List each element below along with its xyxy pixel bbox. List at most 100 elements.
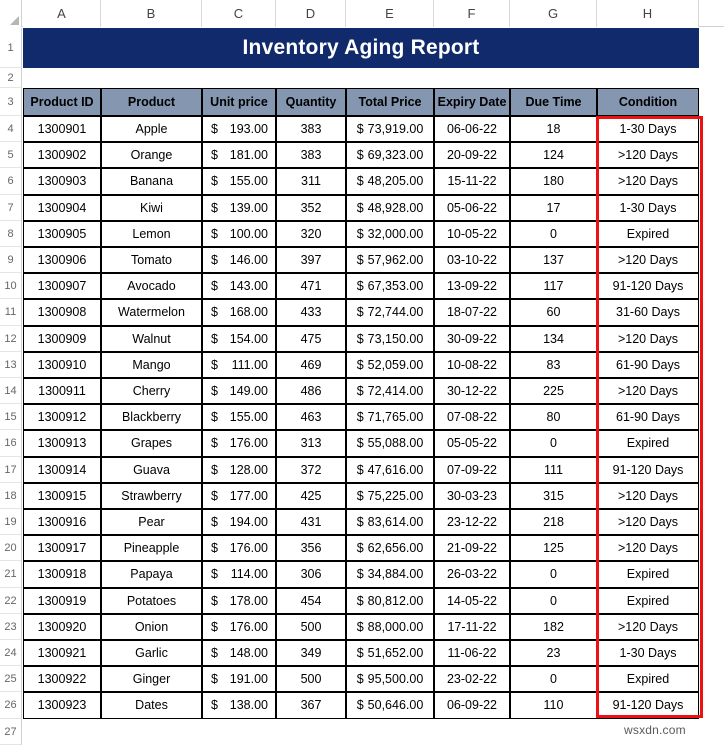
row-header-25[interactable]: 25: [0, 666, 22, 693]
cell-due-time[interactable]: 124: [510, 142, 597, 169]
cell-product[interactable]: Orange: [101, 142, 202, 169]
cell-total-price[interactable]: $50,646.00: [346, 692, 434, 719]
cell-total-price[interactable]: $47,616.00: [346, 456, 434, 483]
cell-product-id[interactable]: 1300908: [23, 299, 101, 326]
cell-total-price[interactable]: $32,000.00: [346, 220, 434, 247]
row-header-7[interactable]: 7: [0, 194, 22, 221]
cell-expiry-date[interactable]: 13-09-22: [434, 273, 510, 300]
cell-product[interactable]: Potatoes: [101, 587, 202, 614]
cell-unit-price[interactable]: $155.00: [202, 168, 276, 195]
cell-product-id[interactable]: 1300905: [23, 220, 101, 247]
cell-expiry-date[interactable]: 26-03-22: [434, 561, 510, 588]
cell-expiry-date[interactable]: 17-11-22: [434, 613, 510, 640]
cell-expiry-date[interactable]: 07-08-22: [434, 404, 510, 431]
cell-product-id[interactable]: 1300911: [23, 378, 101, 405]
cell-due-time[interactable]: 218: [510, 509, 597, 536]
cell-quantity[interactable]: 463: [276, 404, 346, 431]
cell-product-id[interactable]: 1300910: [23, 351, 101, 378]
cell-expiry-date[interactable]: 30-03-23: [434, 482, 510, 509]
cell-product[interactable]: Lemon: [101, 220, 202, 247]
cell-product-id[interactable]: 1300903: [23, 168, 101, 195]
cell-due-time[interactable]: 23: [510, 640, 597, 667]
cell-total-price[interactable]: $69,323.00: [346, 142, 434, 169]
cell-due-time[interactable]: 0: [510, 561, 597, 588]
cell-condition[interactable]: >120 Days: [597, 378, 699, 405]
cell-unit-price[interactable]: $149.00: [202, 378, 276, 405]
table-header-product-id[interactable]: Product ID: [23, 88, 101, 116]
cell-unit-price[interactable]: $143.00: [202, 273, 276, 300]
cell-total-price[interactable]: $73,919.00: [346, 116, 434, 143]
cell-unit-price[interactable]: $100.00: [202, 220, 276, 247]
cell-product[interactable]: Walnut: [101, 325, 202, 352]
row-header-22[interactable]: 22: [0, 587, 22, 614]
cell-expiry-date[interactable]: 10-08-22: [434, 351, 510, 378]
cell-total-price[interactable]: $57,962.00: [346, 247, 434, 274]
row-header-10[interactable]: 10: [0, 273, 22, 300]
column-header-b[interactable]: B: [101, 0, 202, 27]
cell-total-price[interactable]: $55,088.00: [346, 430, 434, 457]
cell-due-time[interactable]: 315: [510, 482, 597, 509]
cell-total-price[interactable]: $75,225.00: [346, 482, 434, 509]
cell-expiry-date[interactable]: 03-10-22: [434, 247, 510, 274]
cell-total-price[interactable]: $51,652.00: [346, 640, 434, 667]
cell-product-id[interactable]: 1300906: [23, 247, 101, 274]
cell-quantity[interactable]: 356: [276, 535, 346, 562]
cell-product-id[interactable]: 1300904: [23, 194, 101, 221]
cell-product[interactable]: Guava: [101, 456, 202, 483]
cell-due-time[interactable]: 60: [510, 299, 597, 326]
cell-expiry-date[interactable]: 05-05-22: [434, 430, 510, 457]
column-header-d[interactable]: D: [276, 0, 346, 27]
cell-total-price[interactable]: $88,000.00: [346, 613, 434, 640]
cell-unit-price[interactable]: $181.00: [202, 142, 276, 169]
cell-condition[interactable]: 91-120 Days: [597, 692, 699, 719]
cell-product-id[interactable]: 1300917: [23, 535, 101, 562]
column-header-g[interactable]: G: [510, 0, 597, 27]
cell-product[interactable]: Ginger: [101, 666, 202, 693]
cell-condition[interactable]: >120 Days: [597, 509, 699, 536]
cell-quantity[interactable]: 367: [276, 692, 346, 719]
cell-total-price[interactable]: $95,500.00: [346, 666, 434, 693]
cell-unit-price[interactable]: $176.00: [202, 535, 276, 562]
cell-quantity[interactable]: 425: [276, 482, 346, 509]
cell-due-time[interactable]: 182: [510, 613, 597, 640]
cell-product[interactable]: Tomato: [101, 247, 202, 274]
cell-quantity[interactable]: 454: [276, 587, 346, 614]
cell-condition[interactable]: 1-30 Days: [597, 640, 699, 667]
cell-condition[interactable]: >120 Days: [597, 482, 699, 509]
row-header-3[interactable]: 3: [0, 88, 22, 116]
cell-unit-price[interactable]: $148.00: [202, 640, 276, 667]
cell-expiry-date[interactable]: 11-06-22: [434, 640, 510, 667]
cell-product[interactable]: Dates: [101, 692, 202, 719]
cell-condition[interactable]: >120 Days: [597, 535, 699, 562]
row-header-15[interactable]: 15: [0, 404, 22, 431]
cell-product[interactable]: Strawberry: [101, 482, 202, 509]
cell-condition[interactable]: Expired: [597, 666, 699, 693]
cell-quantity[interactable]: 471: [276, 273, 346, 300]
row-header-16[interactable]: 16: [0, 430, 22, 457]
cell-total-price[interactable]: $52,059.00: [346, 351, 434, 378]
row-header-24[interactable]: 24: [0, 640, 22, 667]
cell-condition[interactable]: 1-30 Days: [597, 116, 699, 143]
column-header-f[interactable]: F: [434, 0, 510, 27]
cell-due-time[interactable]: 111: [510, 456, 597, 483]
cell-total-price[interactable]: $48,205.00: [346, 168, 434, 195]
cell-quantity[interactable]: 383: [276, 142, 346, 169]
cell-unit-price[interactable]: $114.00: [202, 561, 276, 588]
cell-unit-price[interactable]: $176.00: [202, 430, 276, 457]
cell-expiry-date[interactable]: 18-07-22: [434, 299, 510, 326]
row-header-26[interactable]: 26: [0, 692, 22, 719]
cell-condition[interactable]: >120 Days: [597, 142, 699, 169]
table-header-expiry-date[interactable]: Expiry Date: [434, 88, 510, 116]
table-header-condition[interactable]: Condition: [597, 88, 699, 116]
cell-due-time[interactable]: 180: [510, 168, 597, 195]
cell-product[interactable]: Banana: [101, 168, 202, 195]
cell-product[interactable]: Pineapple: [101, 535, 202, 562]
cell-expiry-date[interactable]: 14-05-22: [434, 587, 510, 614]
cell-quantity[interactable]: 383: [276, 116, 346, 143]
cell-product-id[interactable]: 1300913: [23, 430, 101, 457]
cell-product[interactable]: Garlic: [101, 640, 202, 667]
row-header-20[interactable]: 20: [0, 535, 22, 562]
row-header-11[interactable]: 11: [0, 299, 22, 326]
cell-total-price[interactable]: $67,353.00: [346, 273, 434, 300]
cell-expiry-date[interactable]: 30-09-22: [434, 325, 510, 352]
